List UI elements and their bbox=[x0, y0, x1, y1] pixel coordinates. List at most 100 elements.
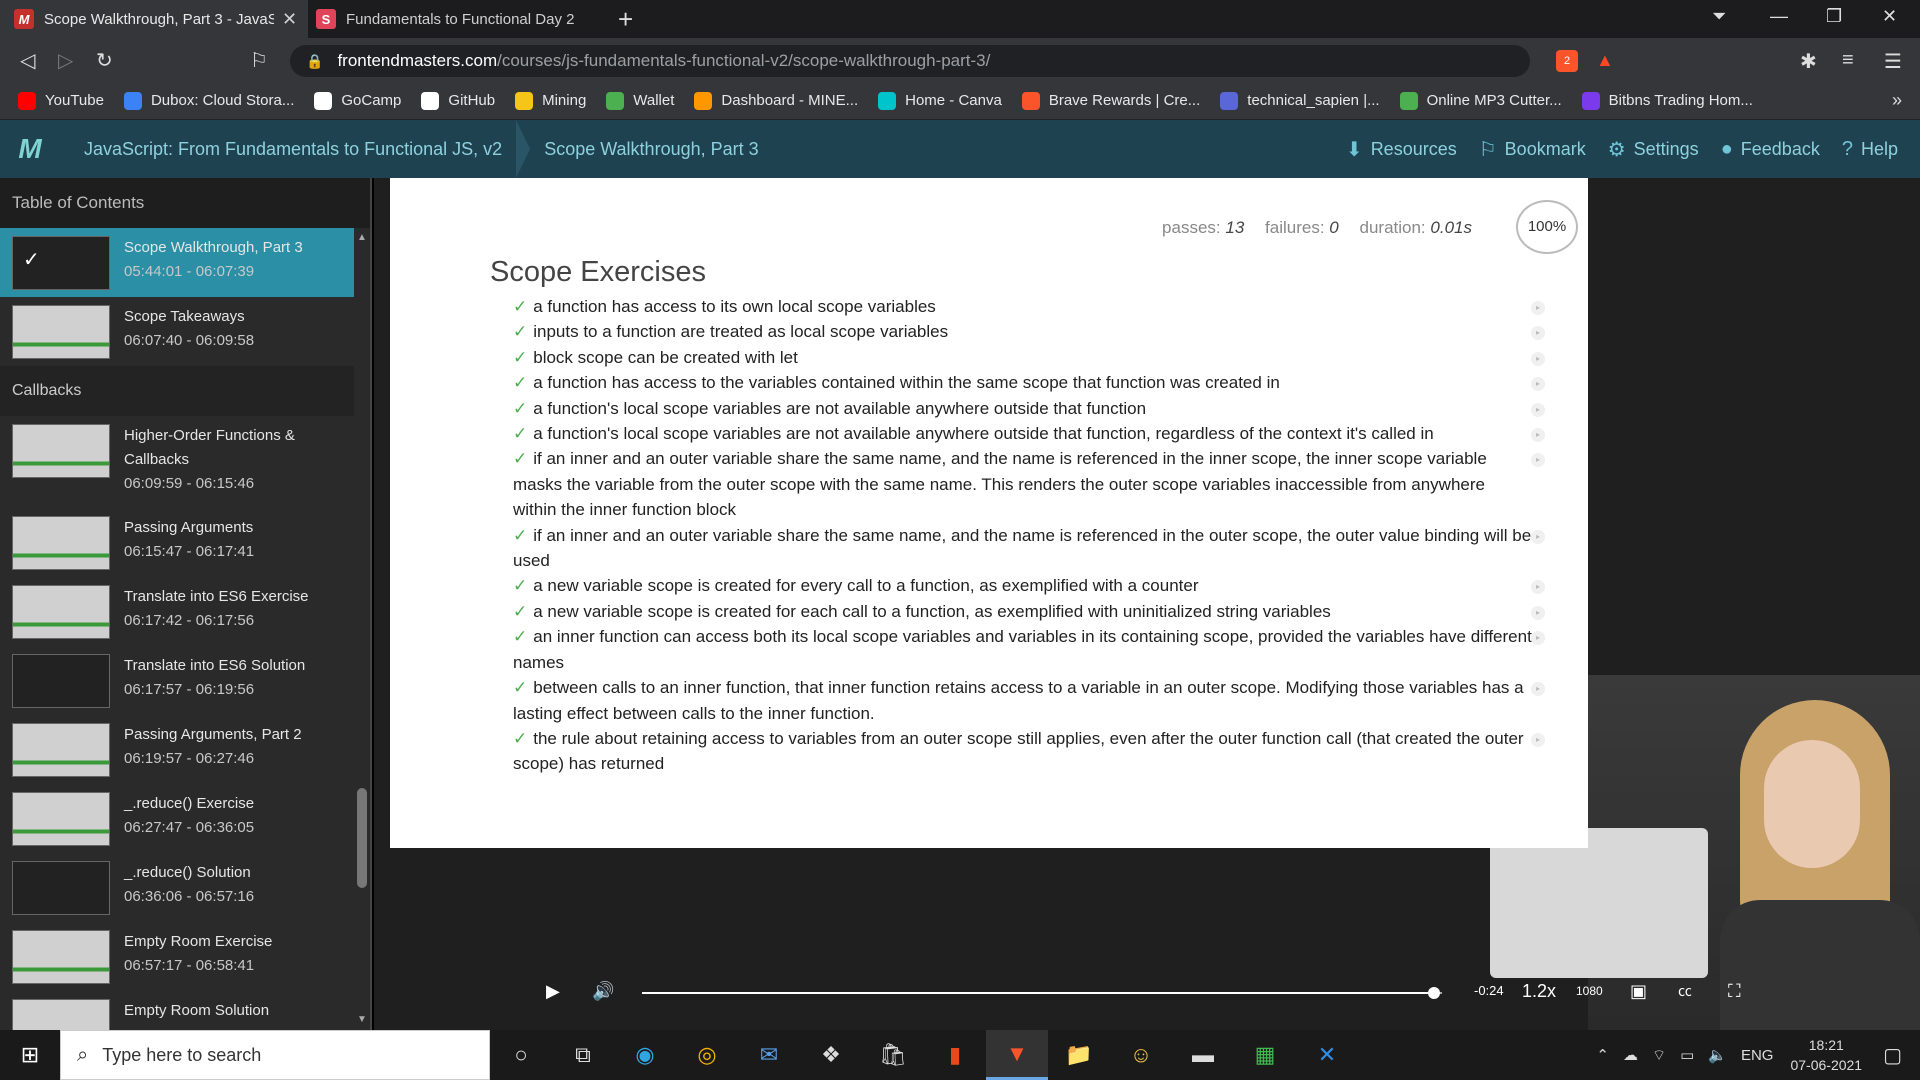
reload-icon[interactable]: ↻ bbox=[96, 48, 113, 73]
toc-scrollbar[interactable]: ▲ ▼ bbox=[354, 228, 370, 1030]
toc-item[interactable]: Higher-Order Functions & Callbacks 06:09:5… bbox=[0, 416, 354, 508]
extensions-icon[interactable]: ✱ bbox=[1800, 49, 1817, 74]
playback-speed[interactable]: 1.2x bbox=[1522, 981, 1556, 1002]
app-icon[interactable]: ▦ bbox=[1234, 1030, 1296, 1080]
windows-start-icon[interactable]: ⊞ bbox=[0, 1030, 60, 1080]
toc-item-active[interactable]: ✓ Scope Walkthrough, Part 3 05:44:01 - 06… bbox=[0, 228, 354, 297]
clock[interactable]: 18:21 07-06-2021 bbox=[1790, 1035, 1862, 1075]
taskbar-search[interactable]: ⌕ Type here to search bbox=[60, 1030, 490, 1080]
replay-icon[interactable]: ▸ bbox=[1531, 351, 1545, 366]
bookmark-item[interactable]: Mining bbox=[515, 91, 586, 110]
bookmark-item[interactable]: Home - Canva bbox=[878, 91, 1002, 110]
replay-icon[interactable]: ▸ bbox=[1531, 428, 1545, 443]
toc-item[interactable]: _.reduce() Solution 06:36:06 - 06:57:16 bbox=[0, 853, 354, 922]
edge-icon[interactable]: ◉ bbox=[614, 1030, 676, 1080]
toc-item[interactable]: Translate into ES6 Exercise 06:17:42 - 06… bbox=[0, 577, 354, 646]
language-indicator[interactable]: ENG bbox=[1741, 1047, 1774, 1064]
quality-button[interactable]: 1080 bbox=[1576, 984, 1603, 998]
toc-item[interactable]: Translate into ES6 Solution 06:17:57 - 06… bbox=[0, 646, 354, 715]
new-tab-icon[interactable]: + bbox=[618, 4, 633, 35]
profile-menu-icon[interactable]: ⏷ bbox=[1712, 6, 1726, 27]
toc-item[interactable]: Scope Takeaways 06:07:40 - 06:09:58 bbox=[0, 297, 354, 366]
replay-icon[interactable]: ▸ bbox=[1531, 402, 1545, 417]
vscode-icon[interactable]: ✕ bbox=[1296, 1030, 1358, 1080]
replay-icon[interactable]: ▸ bbox=[1531, 682, 1545, 697]
bookmark-item[interactable]: GoCamp bbox=[314, 91, 401, 110]
chevron-up-icon[interactable]: ⌃ bbox=[1596, 1046, 1609, 1064]
terminal-icon[interactable]: ▬ bbox=[1172, 1030, 1234, 1080]
replay-icon[interactable]: ▸ bbox=[1531, 301, 1545, 315]
close-icon[interactable]: ✕ bbox=[282, 9, 297, 30]
notifications-icon[interactable]: ▢ bbox=[1883, 1043, 1902, 1068]
settings-link[interactable]: ⚙ Settings bbox=[1608, 137, 1699, 162]
minimize-icon[interactable]: — bbox=[1770, 6, 1788, 27]
bookmark-item[interactable]: Dubox: Cloud Stora... bbox=[123, 91, 294, 110]
toc-item[interactable]: Passing Arguments 06:15:47 - 06:17:41 bbox=[0, 508, 354, 577]
toc-item[interactable]: Empty Room Exercise 06:57:17 - 06:58:41 bbox=[0, 922, 354, 991]
toc-item[interactable]: Passing Arguments, Part 2 06:19:57 - 06:2… bbox=[0, 715, 354, 784]
feedback-link[interactable]: ● Feedback bbox=[1721, 138, 1820, 161]
toc-section-callbacks[interactable]: Callbacks bbox=[0, 366, 354, 416]
picture-in-picture-icon[interactable]: ▣ bbox=[1630, 981, 1647, 1002]
close-window-icon[interactable]: ✕ bbox=[1882, 6, 1897, 27]
tab-inactive[interactable]: S Fundamentals to Functional Day 2 v2 bbox=[310, 0, 610, 38]
bookmark-item[interactable]: GitHub bbox=[421, 91, 495, 110]
resources-link[interactable]: ⬇ Resources bbox=[1346, 137, 1457, 162]
replay-icon[interactable]: ▸ bbox=[1531, 377, 1545, 392]
breadcrumb-course[interactable]: JavaScript: From Fundamentals to Functio… bbox=[60, 120, 517, 178]
address-bar[interactable]: 🔒 frontendmasters.com/courses/js-fundame… bbox=[290, 45, 1530, 77]
volume-icon[interactable]: 🔊 bbox=[592, 981, 614, 1002]
chrome-icon[interactable]: ◎ bbox=[676, 1030, 738, 1080]
tab-active[interactable]: M Scope Walkthrough, Part 3 - JavaS ✕ bbox=[0, 0, 308, 38]
emoji-app-icon[interactable]: ☺ bbox=[1110, 1030, 1172, 1080]
replay-icon[interactable]: ▸ bbox=[1531, 605, 1545, 620]
bookmark-item[interactable]: Brave Rewards | Cre... bbox=[1021, 91, 1200, 110]
brave-shields-icon[interactable]: 2 bbox=[1556, 50, 1578, 72]
store-icon[interactable]: 🛍 bbox=[862, 1030, 924, 1080]
replay-icon[interactable]: ▸ bbox=[1531, 732, 1545, 747]
cortana-icon[interactable]: ○ bbox=[490, 1030, 552, 1080]
bookmark-item[interactable]: technical_sapien |... bbox=[1220, 91, 1380, 110]
play-icon[interactable]: ▶ bbox=[546, 981, 560, 1002]
frontendmasters-logo[interactable]: M bbox=[0, 120, 60, 178]
wifi-icon[interactable]: ⌔ bbox=[1652, 1046, 1666, 1065]
scroll-down-icon[interactable]: ▼ bbox=[357, 1014, 367, 1025]
bookmark-item[interactable]: YouTube bbox=[18, 91, 104, 110]
replay-icon[interactable]: ▸ bbox=[1531, 631, 1545, 646]
file-explorer-icon[interactable]: 📁 bbox=[1048, 1030, 1110, 1080]
brave-icon[interactable]: ▼ bbox=[986, 1030, 1048, 1080]
battery-icon[interactable]: ▭ bbox=[1680, 1046, 1694, 1064]
bookmark-item[interactable]: Dashboard - MINE... bbox=[694, 91, 858, 110]
office-icon[interactable]: ▮ bbox=[924, 1030, 986, 1080]
replay-icon[interactable]: ▸ bbox=[1531, 529, 1545, 544]
bookmark-link[interactable]: ⚐ Bookmark bbox=[1479, 137, 1586, 162]
bookmark-item[interactable]: Wallet bbox=[606, 91, 674, 110]
volume-icon[interactable]: 🔈 bbox=[1708, 1046, 1727, 1064]
scroll-thumb[interactable] bbox=[357, 788, 367, 888]
bookmark-item[interactable]: Bitbns Trading Hom... bbox=[1581, 91, 1753, 110]
mail-icon[interactable]: ✉ bbox=[738, 1030, 800, 1080]
replay-icon[interactable]: ▸ bbox=[1531, 580, 1545, 595]
replay-icon[interactable]: ▸ bbox=[1531, 453, 1545, 468]
media-icon[interactable]: ≡ bbox=[1842, 49, 1854, 72]
bookmark-item[interactable]: Online MP3 Cutter... bbox=[1399, 91, 1562, 110]
task-view-icon[interactable]: ⧉ bbox=[552, 1030, 614, 1080]
toc-item[interactable]: Empty Room Solution bbox=[0, 991, 354, 1030]
back-icon[interactable]: ◁ bbox=[20, 48, 35, 73]
progress-bar[interactable] bbox=[642, 987, 1442, 999]
brave-rewards-icon[interactable]: ▲ bbox=[1596, 50, 1614, 71]
help-link[interactable]: ? Help bbox=[1842, 138, 1898, 161]
fullscreen-icon[interactable]: ⛶ bbox=[1728, 981, 1741, 1002]
progress-knob[interactable] bbox=[1428, 987, 1440, 999]
scroll-up-icon[interactable]: ▲ bbox=[357, 232, 367, 243]
replay-icon[interactable]: ▸ bbox=[1531, 326, 1545, 341]
captions-icon[interactable]: ㏄ bbox=[1678, 981, 1692, 1001]
restore-icon[interactable]: ❐ bbox=[1826, 6, 1842, 27]
forward-icon[interactable]: ▷ bbox=[58, 48, 73, 73]
cloud-icon[interactable]: ☁ bbox=[1623, 1046, 1638, 1064]
dropbox-icon[interactable]: ❖ bbox=[800, 1030, 862, 1080]
bookmark-page-icon[interactable]: ⚐ bbox=[250, 48, 268, 73]
toc-item[interactable]: _.reduce() Exercise 06:27:47 - 06:36:05 bbox=[0, 784, 354, 853]
menu-icon[interactable]: ☰ bbox=[1884, 49, 1902, 74]
more-bookmarks-icon[interactable]: » bbox=[1892, 90, 1902, 111]
